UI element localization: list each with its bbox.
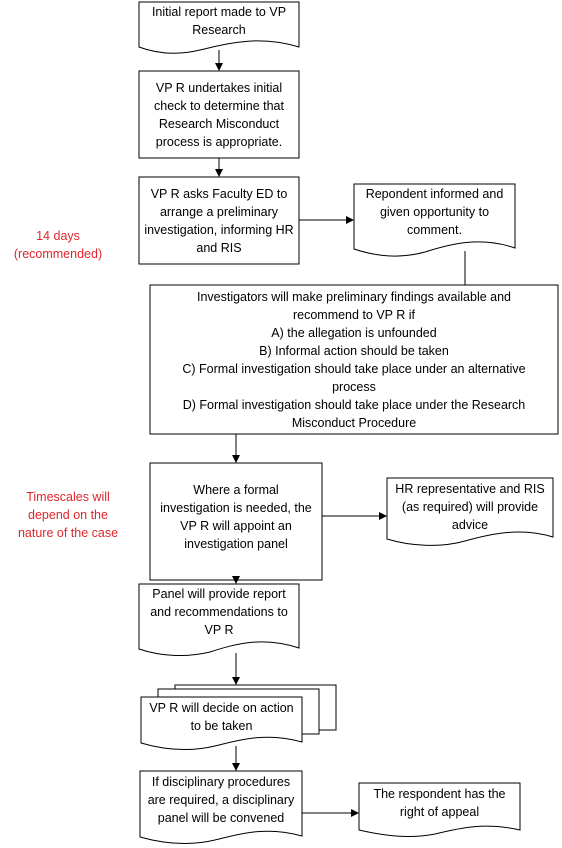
text-line: investigation is needed, the	[160, 501, 312, 515]
text-line: HR representative and RIS	[395, 482, 545, 496]
initial-check-text: VP R undertakes initial check to determi…	[139, 79, 299, 151]
text-line: VP R	[204, 623, 234, 637]
text-line: comment.	[407, 223, 462, 237]
panel-report-text: Panel will provide report and recommenda…	[139, 585, 299, 639]
timescales-annotation: Timescales will depend on the nature of …	[8, 488, 128, 542]
text-line: to be taken	[190, 719, 253, 733]
text-line: given opportunity to	[379, 205, 490, 219]
text-line: Research Misconduct	[158, 117, 280, 131]
text-line: VP R undertakes initial	[155, 81, 283, 95]
text-line: If disciplinary procedures	[151, 775, 291, 789]
hr-advice-text: HR representative and RIS (as required) …	[387, 480, 553, 534]
respondent-informed-text: Repondent informed and given opportunity…	[354, 185, 515, 239]
text-line: check to determine that	[154, 99, 284, 113]
text-line: Initial report made to VP	[151, 5, 287, 19]
text-line: B) Informal action should be taken	[259, 344, 449, 358]
text-line: Research	[192, 23, 246, 37]
text-line: process	[332, 380, 376, 394]
text-line: VP R will decide on action	[149, 701, 294, 715]
text-line: C) Formal investigation should take plac…	[182, 362, 526, 376]
text-line: advice	[451, 518, 489, 532]
panel-appointed-text: Where a formal investigation is needed, …	[150, 481, 322, 553]
initial-report-text: Initial report made to VP Research	[139, 3, 299, 39]
flowchart: Initial report made to VP Research VP R …	[0, 0, 562, 848]
text-line: are required, a disciplinary	[147, 793, 295, 807]
text-line: Panel will provide report	[152, 587, 286, 601]
text-line: arrange a preliminary	[159, 205, 279, 219]
text-line: Investigators will make preliminary find…	[196, 290, 512, 304]
text-line: Where a formal	[193, 483, 279, 497]
text-line: process is appropriate.	[155, 135, 283, 149]
text-line: recommend to VP R if	[292, 308, 416, 322]
decide-action-text: VP R will decide on action to be taken	[141, 699, 302, 735]
text-line: panel will be convened	[157, 811, 285, 825]
text-line: investigation panel	[184, 537, 288, 551]
fourteen-days-annotation: 14 days (recommended)	[8, 227, 108, 263]
text-line: (recommended)	[13, 247, 103, 261]
text-line: 14 days	[36, 229, 80, 243]
text-line: Timescales will	[26, 490, 110, 504]
text-line: Misconduct Procedure	[291, 416, 417, 430]
text-line: depend on the	[28, 508, 108, 522]
text-line: VP R asks Faculty ED to	[150, 187, 288, 201]
findings-text: Investigators will make preliminary find…	[150, 288, 558, 432]
disciplinary-text: If disciplinary procedures are required,…	[140, 773, 302, 827]
text-line: Repondent informed and	[365, 187, 504, 201]
text-line: The respondent has the	[373, 787, 506, 801]
text-line: investigation, informing HR	[144, 223, 294, 237]
text-line: VP R will appoint an	[180, 519, 292, 533]
text-line: nature of the case	[17, 526, 119, 540]
text-line: and recommendations to	[150, 605, 288, 619]
text-line: right of appeal	[399, 805, 480, 819]
text-line: and RIS	[196, 241, 242, 255]
text-line: (as required) will provide	[401, 500, 539, 514]
appeal-text: The respondent has the right of appeal	[359, 785, 520, 821]
text-line: A) the allegation is unfounded	[271, 326, 437, 340]
preliminary-text: VP R asks Faculty ED to arrange a prelim…	[139, 185, 299, 257]
text-line: D) Formal investigation should take plac…	[182, 398, 526, 412]
